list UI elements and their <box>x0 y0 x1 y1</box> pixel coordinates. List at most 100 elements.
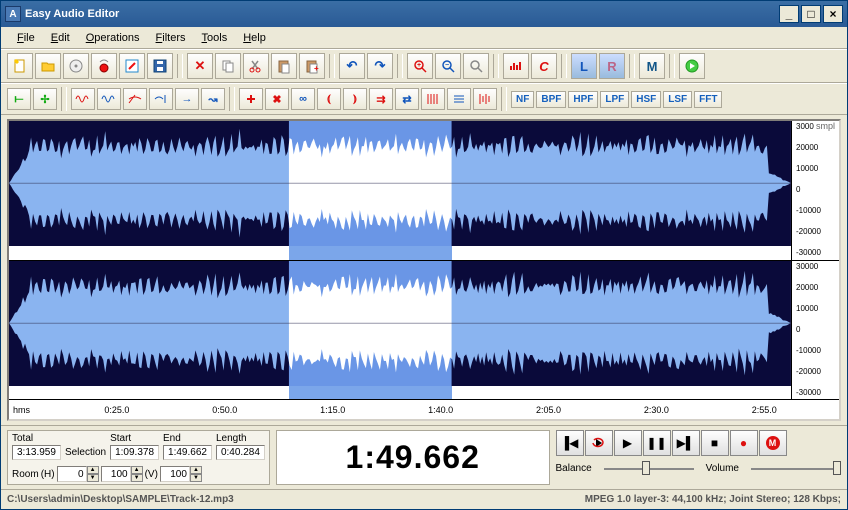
bars2-button[interactable] <box>447 88 471 110</box>
waveform-track-left[interactable] <box>9 121 791 260</box>
play-loop-button[interactable] <box>585 430 613 456</box>
menu-file[interactable]: File <box>9 30 43 46</box>
shuffle-button[interactable]: ✖ <box>265 88 289 110</box>
spin-up-icon[interactable]: ▲ <box>131 466 143 474</box>
play-go-button[interactable] <box>679 53 705 79</box>
trim-left-button[interactable]: ⟝ <box>7 88 31 110</box>
prev-button[interactable]: ▐◀ <box>556 430 584 456</box>
copy-button[interactable] <box>215 53 241 79</box>
menu-operations[interactable]: Operations <box>78 30 148 46</box>
start-value: 1:09.378 <box>110 445 159 460</box>
filter-hpf-button[interactable]: HPF <box>568 91 598 108</box>
length-value: 0:40.284 <box>216 445 265 460</box>
record-source-button[interactable] <box>91 53 117 79</box>
mixer-button[interactable]: M <box>639 53 665 79</box>
echo-button[interactable]: ⦅ <box>317 88 341 110</box>
m-button[interactable]: M <box>759 430 787 456</box>
spin-down-icon[interactable]: ▼ <box>190 474 202 482</box>
transport-panel: ▐◀ ▶ ❚❚ ▶▌ ■ ● M Balance Volume <box>556 430 842 485</box>
menu-help[interactable]: Help <box>235 30 274 46</box>
room-v-pct-spinner[interactable]: ▲▼ <box>160 466 202 482</box>
new-button[interactable] <box>7 53 33 79</box>
trim-add-button[interactable]: ✢ <box>33 88 57 110</box>
pause-button[interactable]: ❚❚ <box>643 430 671 456</box>
arrow-right-button[interactable]: → <box>175 88 199 110</box>
end-label: End <box>163 433 212 444</box>
menu-tools[interactable]: Tools <box>194 30 236 46</box>
filter-lsf-button[interactable]: LSF <box>663 91 692 108</box>
wave-blue-button[interactable] <box>97 88 121 110</box>
record-button[interactable]: ● <box>730 430 758 456</box>
zoom-out-button[interactable]: − <box>435 53 461 79</box>
play-button[interactable]: ▶ <box>614 430 642 456</box>
start-label: Start <box>110 433 159 444</box>
zoom-in-button[interactable]: + <box>407 53 433 79</box>
spin-down-icon[interactable]: ▼ <box>87 474 99 482</box>
fade-out-button[interactable] <box>149 88 173 110</box>
spin-up-icon[interactable]: ▲ <box>87 466 99 474</box>
toolbar-main: ✕ + ↶ ↷ + − C L R M <box>1 49 847 83</box>
selection-label: Selection <box>65 447 106 458</box>
volume-slider[interactable] <box>751 460 841 476</box>
bars-button[interactable] <box>421 88 445 110</box>
total-label: Total <box>12 433 61 444</box>
bars3-button[interactable] <box>473 88 497 110</box>
timeline-ruler[interactable]: hms 0:25.0 0:50.0 1:15.0 1:40.0 2:05.0 2… <box>9 399 839 419</box>
waveform-track-right[interactable] <box>9 260 791 400</box>
right-channel-button[interactable]: R <box>599 53 625 79</box>
swap-button[interactable]: ⇄ <box>395 88 419 110</box>
total-value: 3:13.959 <box>12 445 61 460</box>
filter-lpf-button[interactable]: LPF <box>600 91 629 108</box>
minimize-button[interactable]: _ <box>779 5 799 23</box>
balance-slider[interactable] <box>604 460 694 476</box>
c-effect-button[interactable]: C <box>531 53 557 79</box>
spin-up-icon[interactable]: ▲ <box>190 466 202 474</box>
menu-filters[interactable]: Filters <box>148 30 194 46</box>
zoom-selection-button[interactable] <box>463 53 489 79</box>
wave-red-button[interactable] <box>71 88 95 110</box>
paste-new-button[interactable]: + <box>299 53 325 79</box>
filter-bpf-button[interactable]: BPF <box>536 91 566 108</box>
arrow-right-wave-button[interactable]: ↝ <box>201 88 225 110</box>
paste-button[interactable] <box>271 53 297 79</box>
cd-button[interactable] <box>63 53 89 79</box>
stop-button[interactable]: ■ <box>701 430 729 456</box>
file-path: C:\Users\admin\Desktop\SAMPLE\Track-12.m… <box>7 494 234 505</box>
menubar: File Edit Operations Filters Tools Help <box>1 27 847 49</box>
save-button[interactable] <box>147 53 173 79</box>
dna-button[interactable]: ∞ <box>291 88 315 110</box>
split-button[interactable]: ⇉ <box>369 88 393 110</box>
delete-button[interactable]: ✕ <box>187 53 213 79</box>
app-window: A Easy Audio Editor _ □ × File Edit Oper… <box>0 0 848 510</box>
marker-button[interactable] <box>239 88 263 110</box>
undo-button[interactable]: ↶ <box>339 53 365 79</box>
redo-button[interactable]: ↷ <box>367 53 393 79</box>
menu-edit[interactable]: Edit <box>43 30 78 46</box>
status-panel: Total Start End Length 3:13.959 Selectio… <box>1 425 847 489</box>
fade-in-button[interactable] <box>123 88 147 110</box>
open-button[interactable] <box>35 53 61 79</box>
room-h-spinner[interactable]: ▲▼ <box>57 466 99 482</box>
time-display: 1:49.662 <box>276 430 550 485</box>
cut-button[interactable] <box>243 53 269 79</box>
close-button[interactable]: × <box>823 5 843 23</box>
volume-label: Volume <box>706 463 739 474</box>
filter-fft-button[interactable]: FFT <box>694 91 722 108</box>
sample-label: smpl <box>814 121 837 131</box>
maximize-button[interactable]: □ <box>801 5 821 23</box>
spin-down-icon[interactable]: ▼ <box>131 474 143 482</box>
filter-hsf-button[interactable]: HSF <box>631 91 661 108</box>
next-button[interactable]: ▶▌ <box>672 430 700 456</box>
room-h-pct-spinner[interactable]: ▲▼ <box>101 466 143 482</box>
equalizer-button[interactable] <box>503 53 529 79</box>
left-channel-button[interactable]: L <box>571 53 597 79</box>
filter-nf-button[interactable]: NF <box>511 91 534 108</box>
svg-text:−: − <box>445 62 449 69</box>
mono-button[interactable]: ⦆ <box>343 88 367 110</box>
statusbar: C:\Users\admin\Desktop\SAMPLE\Track-12.m… <box>1 489 847 509</box>
file-info: MPEG 1.0 layer-3: 44,100 kHz; Joint Ster… <box>585 494 841 505</box>
end-value: 1:49.662 <box>163 445 212 460</box>
waveform-area[interactable]: smpl 30000 20000 10000 0 -10000 <box>7 119 841 421</box>
timeline-units: hms <box>13 405 30 415</box>
edit-props-button[interactable] <box>119 53 145 79</box>
